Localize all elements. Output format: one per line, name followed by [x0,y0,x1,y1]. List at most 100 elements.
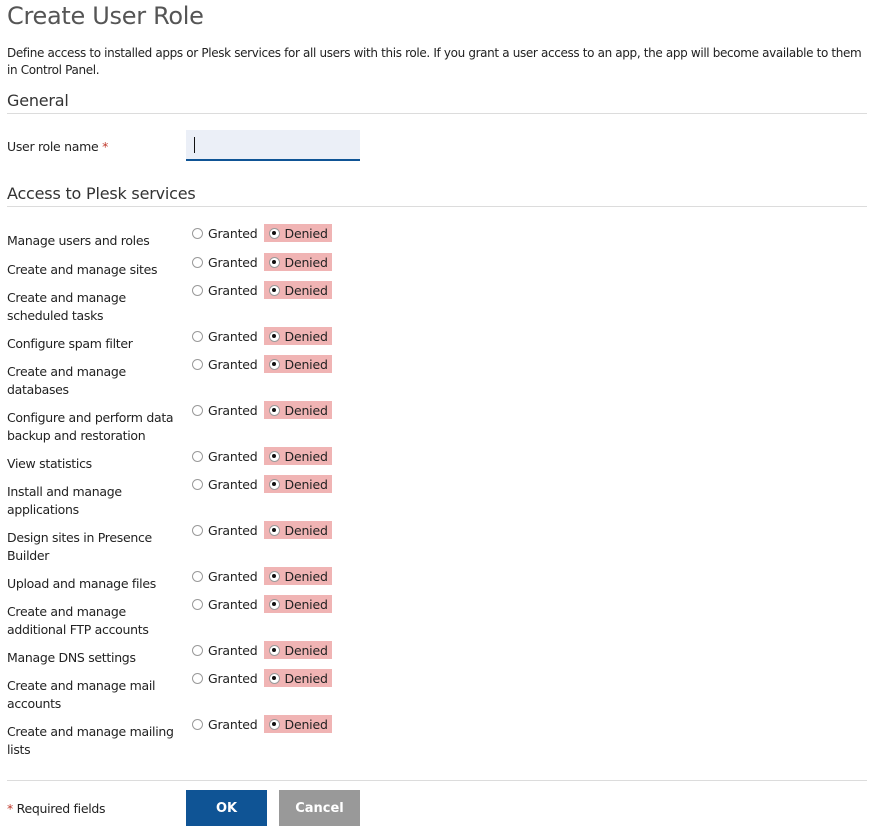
radio-option-label: Denied [284,596,328,612]
radio-granted-unchecked-icon[interactable] [192,358,203,370]
section-heading-general: General [7,91,867,114]
radio-granted-unchecked-icon[interactable] [192,450,203,462]
permission-label: Create and manage scheduled tasks [7,290,126,323]
radio-option-denied[interactable]: Denied [263,401,332,419]
permission-radio-group: Granted Denied [191,715,332,733]
radio-denied-checked-icon[interactable] [268,284,280,296]
radio-option-denied[interactable]: Denied [263,521,332,539]
permission-radio-group: Granted Denied [191,521,332,539]
radio-option-denied[interactable]: Denied [263,715,332,733]
radio-granted-unchecked-icon[interactable] [192,570,203,582]
permission-radio-group: Granted Denied [191,253,332,271]
radio-option-label: Denied [284,356,328,372]
cancel-button[interactable]: Cancel [279,790,360,826]
radio-option-granted[interactable]: Granted [191,401,262,419]
radio-granted-unchecked-icon[interactable] [192,524,203,536]
radio-option-granted[interactable]: Granted [191,521,262,539]
radio-option-granted[interactable]: Granted [191,447,262,465]
radio-granted-unchecked-icon[interactable] [192,404,203,416]
radio-denied-checked-icon[interactable] [268,330,280,342]
radio-option-denied[interactable]: Denied [263,475,332,493]
radio-option-granted[interactable]: Granted [191,475,262,493]
ok-button[interactable]: OK [186,790,267,826]
radio-granted-unchecked-icon[interactable] [192,672,203,684]
radio-option-label: Granted [208,522,258,538]
radio-option-denied[interactable]: Denied [263,355,332,373]
page-description: Define access to installed apps or Plesk… [7,46,862,77]
radio-denied-checked-icon[interactable] [268,570,280,582]
radio-option-granted[interactable]: Granted [191,567,262,585]
permission-label: Manage DNS settings [7,650,136,665]
radio-option-denied[interactable]: Denied [263,224,332,242]
permission-label: Create and manage mailing lists [7,724,174,757]
user-role-name-input[interactable] [186,130,360,161]
radio-option-granted[interactable]: Granted [191,595,262,613]
radio-denied-checked-icon[interactable] [268,672,280,684]
radio-denied-checked-icon[interactable] [268,256,280,268]
permission-label: Manage users and roles [7,233,150,248]
permission-radio-group: Granted Denied [191,327,332,345]
permission-label: Create and manage databases [7,364,126,397]
radio-granted-unchecked-icon[interactable] [192,256,203,268]
radio-option-label: Granted [208,670,258,686]
radio-option-label: Denied [284,402,328,418]
radio-option-label: Granted [208,282,258,298]
radio-option-denied[interactable]: Denied [263,567,332,585]
radio-denied-checked-icon[interactable] [268,404,280,416]
radio-option-label: Granted [208,402,258,418]
radio-option-denied[interactable]: Denied [263,595,332,613]
radio-option-granted[interactable]: Granted [191,641,262,659]
radio-option-label: Denied [284,448,328,464]
radio-option-granted[interactable]: Granted [191,327,262,345]
permission-radio-group: Granted Denied [191,447,332,465]
radio-option-granted[interactable]: Granted [191,715,262,733]
permission-radio-group: Granted Denied [191,641,332,659]
radio-denied-checked-icon[interactable] [268,478,280,490]
radio-option-label: Granted [208,596,258,612]
radio-denied-checked-icon[interactable] [268,524,280,536]
radio-granted-unchecked-icon[interactable] [192,478,203,490]
radio-denied-checked-icon[interactable] [268,644,280,656]
radio-option-granted[interactable]: Granted [191,355,262,373]
radio-option-denied[interactable]: Denied [263,281,332,299]
radio-denied-checked-icon[interactable] [268,718,280,730]
permission-label: Upload and manage files [7,576,156,591]
radio-option-label: Denied [284,522,328,538]
radio-option-granted[interactable]: Granted [191,224,262,242]
radio-option-label: Granted [208,356,258,372]
required-fields-note: * Required fields [7,801,106,816]
radio-option-label: Denied [284,670,328,686]
radio-option-label: Granted [208,328,258,344]
radio-option-label: Granted [208,716,258,732]
radio-option-label: Denied [284,254,328,270]
permission-label: Create and manage sites [7,262,158,277]
radio-option-denied[interactable]: Denied [263,447,332,465]
radio-denied-checked-icon[interactable] [268,227,280,239]
radio-denied-checked-icon[interactable] [268,598,280,610]
radio-granted-unchecked-icon[interactable] [192,598,203,610]
permission-radio-group: Granted Denied [191,595,332,613]
radio-granted-unchecked-icon[interactable] [192,718,203,730]
radio-option-denied[interactable]: Denied [263,669,332,687]
user-role-name-label: User role name * [7,139,108,154]
radio-option-label: Denied [284,568,328,584]
radio-denied-checked-icon[interactable] [268,358,280,370]
radio-granted-unchecked-icon[interactable] [192,284,203,296]
radio-option-label: Denied [284,716,328,732]
radio-option-granted[interactable]: Granted [191,253,262,271]
radio-option-denied[interactable]: Denied [263,253,332,271]
radio-granted-unchecked-icon[interactable] [192,330,203,342]
radio-granted-unchecked-icon[interactable] [192,644,203,656]
radio-granted-unchecked-icon[interactable] [192,227,203,239]
radio-option-denied[interactable]: Denied [263,641,332,659]
permission-label: Design sites in Presence Builder [7,530,152,563]
permission-label: Configure and perform data backup and re… [7,410,174,443]
permission-radio-group: Granted Denied [191,475,332,493]
permission-radio-group: Granted Denied [191,401,332,419]
radio-denied-checked-icon[interactable] [268,450,280,462]
radio-option-label: Granted [208,642,258,658]
radio-option-granted[interactable]: Granted [191,281,262,299]
page-title: Create User Role [7,2,204,30]
radio-option-denied[interactable]: Denied [263,327,332,345]
radio-option-granted[interactable]: Granted [191,669,262,687]
